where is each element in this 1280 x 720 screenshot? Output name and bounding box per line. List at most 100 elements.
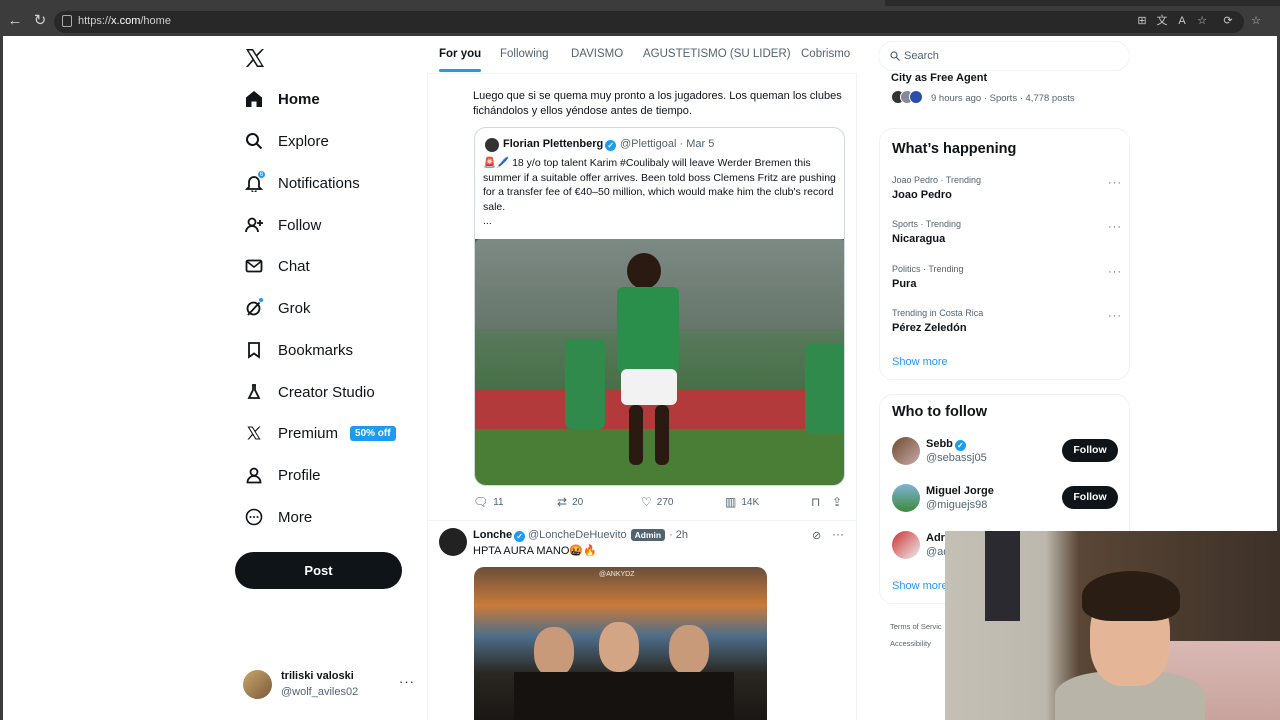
- webcam-background: [985, 531, 1020, 621]
- reply-icon: 🗨: [473, 495, 489, 509]
- grok-icon: [244, 297, 264, 318]
- browser-chrome: ← ↻ https://x.com/home ⊞ 文 A ☆ ⟳ ☆: [0, 0, 1280, 36]
- account-switcher[interactable]: triliski valoski @wolf_aviles02 ···: [243, 670, 423, 700]
- show-more-link[interactable]: Show more: [892, 580, 948, 592]
- sidebar-item-premium[interactable]: Premium 50% off: [244, 418, 396, 448]
- more-icon[interactable]: ···: [1108, 177, 1122, 189]
- sidebar-item-explore[interactable]: Explore: [244, 126, 329, 156]
- tab-for-you[interactable]: For you: [439, 48, 482, 72]
- sidebar-item-label: Premium: [278, 424, 339, 442]
- sidebar-item-grok[interactable]: Grok: [244, 293, 311, 323]
- reply-button[interactable]: 🗨 11: [473, 495, 504, 509]
- reload-icon[interactable]: ↻: [31, 12, 49, 30]
- trend-name: Nicaragua: [892, 233, 946, 245]
- trending-news-card[interactable]: City as Free Agent 9 hours ago · Sports …: [879, 72, 1130, 114]
- trend-item[interactable]: Trending in Costa Rica Pérez Zeledón ···: [892, 308, 1122, 342]
- sidebar-item-label: Chat: [278, 257, 310, 275]
- site-info-icon[interactable]: [62, 15, 72, 27]
- quoted-tweet[interactable]: Florian Plettenberg ✓ @Plettigoal · Mar 5…: [474, 127, 845, 486]
- search-input[interactable]: Search: [878, 41, 1130, 71]
- sidebar-item-creator-studio[interactable]: Creator Studio: [244, 377, 375, 407]
- more-icon[interactable]: ···: [399, 674, 415, 689]
- image-watermark: @ANKYDZ: [599, 571, 635, 578]
- trend-item[interactable]: Sports · Trending Nicaragua ···: [892, 219, 1122, 253]
- sidebar-item-chat[interactable]: Chat: [244, 251, 310, 281]
- sidebar-item-home[interactable]: Home: [244, 84, 320, 114]
- trend-item[interactable]: Politics · Trending Pura ···: [892, 264, 1122, 298]
- sidebar-item-more[interactable]: More: [244, 502, 312, 532]
- share-button[interactable]: ⇪: [832, 495, 847, 509]
- webcam-person: [1082, 571, 1180, 621]
- tab-agustetismo[interactable]: AGUSTETISMO (SU LIDER): [643, 48, 791, 60]
- tab-cobrismo[interactable]: Cobrismo: [801, 48, 850, 60]
- more-icon[interactable]: ···: [1108, 221, 1122, 233]
- trend-item[interactable]: Joao Pedro · Trending Joao Pedro ···: [892, 175, 1122, 209]
- x-logo-icon: [244, 423, 264, 443]
- x-logo-icon[interactable]: [244, 47, 266, 69]
- avatar[interactable]: [892, 437, 920, 465]
- show-more-link[interactable]: Show more: [892, 356, 948, 368]
- avatar: [243, 670, 272, 699]
- app-icon[interactable]: ⊞: [1136, 15, 1148, 27]
- avatar[interactable]: [439, 528, 467, 556]
- follow-button[interactable]: Follow: [1062, 439, 1118, 462]
- tweet-author-name[interactable]: Lonche ✓: [473, 529, 526, 542]
- tweet-author-meta[interactable]: @LoncheDeHuevito Admin · 2h: [528, 529, 688, 541]
- trend-name: Pérez Zeledón: [892, 322, 967, 334]
- repost-button[interactable]: ⇄ 20: [557, 495, 583, 509]
- url-text[interactable]: https://x.com/home: [78, 15, 171, 27]
- sidebar-item-profile[interactable]: Profile: [244, 460, 321, 490]
- news-title: City as Free Agent: [891, 72, 988, 84]
- trend-context: Joao Pedro · Trending: [892, 175, 982, 185]
- more-icon[interactable]: ···: [832, 527, 844, 541]
- trend-name: Pura: [892, 278, 917, 290]
- avatar[interactable]: [892, 531, 920, 559]
- post-button[interactable]: Post: [235, 552, 402, 589]
- quote-author-name[interactable]: Florian Plettenberg ✓: [503, 138, 617, 151]
- address-bar[interactable]: https://x.com/home: [54, 11, 1244, 33]
- grok-icon[interactable]: ⊘: [812, 529, 821, 542]
- tab-following[interactable]: Following: [500, 48, 549, 60]
- tweet-media-image[interactable]: @ANKYDZ: [474, 567, 767, 720]
- suggestion-handle: @miguejs98: [926, 499, 988, 511]
- favorites-icon[interactable]: ☆: [1250, 15, 1262, 27]
- verified-badge-icon: ✓: [605, 140, 617, 151]
- follow-suggestion[interactable]: Sebb ✓ @sebassj05 Follow: [892, 437, 1122, 471]
- follow-suggestion[interactable]: Miguel Jorge @miguejs98 Follow: [892, 484, 1122, 518]
- verified-badge-icon: ✓: [514, 531, 526, 542]
- back-icon[interactable]: ←: [6, 12, 24, 30]
- sidebar-item-label: Grok: [278, 299, 311, 317]
- admin-badge: Admin: [630, 529, 666, 541]
- sidebar-item-label: Bookmarks: [278, 341, 354, 359]
- heart-icon: ♡: [641, 495, 652, 509]
- follow-button[interactable]: Follow: [1062, 486, 1118, 509]
- sidebar-item-bookmarks[interactable]: Bookmarks: [244, 335, 353, 365]
- section-title: What’s happening: [892, 141, 1017, 157]
- more-icon[interactable]: ···: [1108, 266, 1122, 278]
- avatar[interactable]: [892, 484, 920, 512]
- footer-link[interactable]: Terms of Servic: [890, 622, 942, 631]
- like-button[interactable]: ♡ 270: [641, 495, 673, 509]
- more-circle-icon: [244, 507, 264, 527]
- bookmark-button[interactable]: ⊓: [811, 495, 825, 509]
- avatar: [485, 138, 499, 152]
- sidebar-item-follow[interactable]: Follow: [244, 210, 321, 240]
- more-icon[interactable]: ···: [1108, 310, 1122, 322]
- translate-icon[interactable]: 文: [1156, 15, 1168, 27]
- trend-name: Joao Pedro: [892, 189, 952, 201]
- sidebar-item-notifications[interactable]: 6 Notifications: [244, 168, 360, 198]
- read-aloud-icon[interactable]: A: [1176, 15, 1188, 27]
- webcam-overlay: [945, 531, 1280, 720]
- person-icon: [244, 465, 264, 485]
- account-name: triliski valoski: [281, 670, 354, 682]
- browser-tab[interactable]: [0, 0, 885, 6]
- tab-davismo[interactable]: DAVISMO: [571, 48, 623, 60]
- favorite-star-icon[interactable]: ☆: [1196, 15, 1208, 27]
- footer-link[interactable]: Accessibility: [890, 639, 931, 648]
- extensions-icon[interactable]: ⟳: [1222, 15, 1234, 27]
- views-button[interactable]: ▥ 14K: [725, 495, 759, 509]
- quote-author-handle[interactable]: @Plettigoal · Mar 5: [620, 138, 714, 150]
- share-icon: ⇪: [832, 495, 843, 509]
- analytics-icon: ▥: [725, 495, 737, 509]
- quote-media-image[interactable]: [475, 239, 844, 485]
